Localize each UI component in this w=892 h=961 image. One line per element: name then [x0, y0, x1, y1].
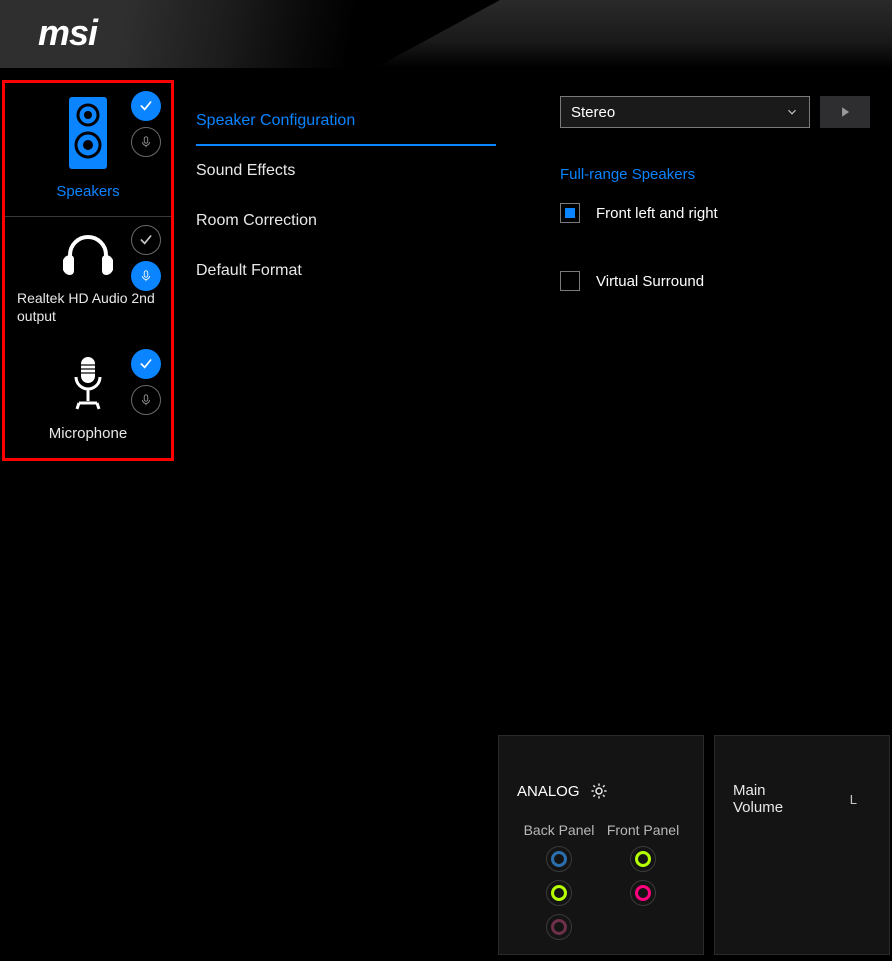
- jack-ring-icon: [551, 919, 567, 935]
- checkbox-fill: [565, 208, 575, 218]
- device-label: Speakers: [11, 183, 165, 200]
- microphone-icon: [139, 393, 153, 407]
- device-label: Microphone: [11, 425, 165, 442]
- jack-ring-icon: [635, 851, 651, 867]
- header-bar: msi: [0, 0, 892, 68]
- microphone-large-icon: [69, 355, 107, 411]
- settings-tabs: Speaker Configuration Sound Effects Room…: [196, 96, 496, 296]
- device-label: Realtek HD Audio 2nd output: [11, 289, 165, 325]
- full-range-heading: Full-range Speakers: [560, 166, 870, 183]
- jack-grid: Back Panel Front Panel: [517, 822, 685, 940]
- gear-icon[interactable]: [590, 782, 608, 800]
- jack-back-2[interactable]: [546, 880, 572, 906]
- default-check-badge[interactable]: [131, 349, 161, 379]
- device-badges: [131, 91, 161, 157]
- option-front-left-right[interactable]: Front left and right: [560, 203, 870, 223]
- tab-room-correction[interactable]: Room Correction: [196, 196, 496, 246]
- microphone-icon: [139, 135, 153, 149]
- jack-back-3[interactable]: [546, 914, 572, 940]
- tab-speaker-configuration[interactable]: Speaker Configuration: [196, 96, 496, 146]
- volume-title: Main Volume: [733, 782, 818, 816]
- jack-ring-icon: [551, 885, 567, 901]
- analog-header: ANALOG: [517, 782, 685, 800]
- brand-logo: msi: [38, 12, 97, 54]
- device-realtek-2nd-output[interactable]: Realtek HD Audio 2nd output: [5, 217, 171, 341]
- back-panel-label: Back Panel: [524, 822, 595, 838]
- speaker-icon: [69, 97, 107, 169]
- jack-back-1[interactable]: [546, 846, 572, 872]
- device-sidebar: Speakers Realtek HD Audio 2nd output: [2, 80, 177, 880]
- tab-sound-effects[interactable]: Sound Effects: [196, 146, 496, 196]
- check-icon: [138, 356, 154, 372]
- option-virtual-surround[interactable]: Virtual Surround: [560, 271, 870, 291]
- channel-select-value: Stereo: [571, 104, 615, 121]
- jack-ring-icon: [635, 885, 651, 901]
- tab-default-format[interactable]: Default Format: [196, 246, 496, 296]
- microphone-icon: [139, 269, 153, 283]
- chevron-down-icon: [785, 105, 799, 119]
- mic-badge[interactable]: [131, 385, 161, 415]
- check-icon: [138, 232, 154, 248]
- config-panel: Stereo Full-range Speakers Front left an…: [560, 96, 870, 291]
- volume-panel: Main Volume L: [714, 735, 890, 955]
- device-microphone[interactable]: Microphone: [5, 341, 171, 458]
- config-select-row: Stereo: [560, 96, 870, 128]
- default-check-badge[interactable]: [131, 91, 161, 121]
- default-check-badge[interactable]: [131, 225, 161, 255]
- jack-ring-icon: [551, 851, 567, 867]
- device-badges: [131, 225, 161, 291]
- jack-front-1[interactable]: [630, 846, 656, 872]
- device-highlight-box: Speakers Realtek HD Audio 2nd output: [2, 80, 174, 461]
- check-icon: [138, 98, 154, 114]
- checkbox[interactable]: [560, 203, 580, 223]
- device-badges: [131, 349, 161, 415]
- jack-front-2[interactable]: [630, 880, 656, 906]
- option-label: Front left and right: [596, 205, 718, 222]
- play-icon: [838, 105, 852, 119]
- front-panel-label: Front Panel: [607, 822, 679, 838]
- volume-header: Main Volume L: [733, 782, 871, 816]
- option-label: Virtual Surround: [596, 273, 704, 290]
- mic-badge[interactable]: [131, 261, 161, 291]
- mic-badge[interactable]: [131, 127, 161, 157]
- analog-title: ANALOG: [517, 783, 580, 800]
- headphones-icon: [63, 231, 113, 275]
- device-speakers[interactable]: Speakers: [5, 83, 171, 217]
- test-play-button[interactable]: [820, 96, 870, 128]
- volume-channel-label: L: [850, 792, 857, 807]
- channel-select[interactable]: Stereo: [560, 96, 810, 128]
- analog-panel: ANALOG Back Panel Front Panel: [498, 735, 704, 955]
- checkbox[interactable]: [560, 271, 580, 291]
